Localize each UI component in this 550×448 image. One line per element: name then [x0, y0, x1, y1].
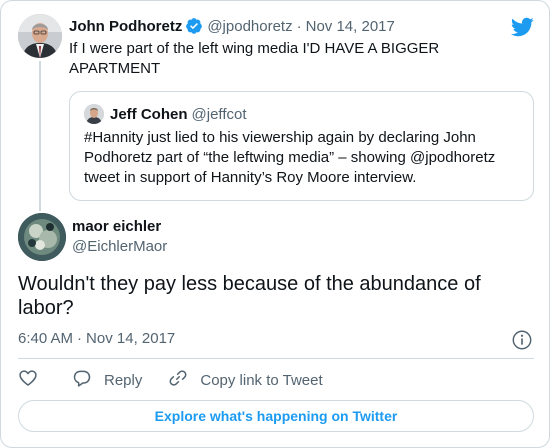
avatar-jeff-cohen — [84, 104, 104, 124]
reply-bubble-icon — [72, 368, 92, 392]
twitter-bird-icon[interactable] — [510, 15, 534, 39]
separator-dot: · — [296, 17, 302, 35]
verified-badge-icon — [185, 17, 203, 35]
parent-tweet-text: If I were part of the left wing media I'… — [69, 40, 440, 77]
action-divider — [18, 358, 534, 359]
heart-icon — [18, 368, 38, 392]
quoted-tweet-header: Jeff Cohen @jeffcot — [110, 104, 247, 124]
quoted-author-name: Jeff Cohen — [110, 105, 188, 123]
quoted-author-handle: @jeffcot — [191, 105, 247, 123]
reply-button[interactable]: Reply — [72, 368, 142, 392]
avatar-john-podhoretz[interactable] — [18, 14, 62, 58]
tweet-embed-card: John Podhoretz @jpodhoretz · Nov 14, 201… — [0, 0, 550, 448]
parent-author-name[interactable]: John Podhoretz — [69, 18, 182, 35]
tweet-time: 6:40 AM — [18, 330, 74, 347]
separator-dot: · — [77, 330, 83, 347]
copy-link-button[interactable]: Copy link to Tweet — [168, 368, 323, 392]
like-button[interactable] — [18, 368, 38, 392]
parent-tweet-date[interactable]: Nov 14, 2017 — [306, 18, 395, 35]
avatar-maor-eichler[interactable] — [18, 213, 66, 261]
info-icon[interactable] — [511, 329, 533, 351]
tweet-date: Nov 14, 2017 — [86, 330, 176, 347]
link-icon — [168, 368, 188, 392]
reply-label: Reply — [104, 371, 143, 389]
parent-tweet-header: John Podhoretz @jpodhoretz · Nov 14, 201… — [69, 16, 395, 36]
parent-author-handle[interactable]: @jpodhoretz — [207, 18, 292, 35]
tweet-author-handle[interactable]: @EichlerMaor — [72, 238, 167, 255]
tweet-text: Wouldn't they pay less because of the ab… — [18, 273, 481, 319]
quoted-tweet-text: #Hannity just lied to his viewership aga… — [84, 129, 496, 186]
copy-link-label: Copy link to Tweet — [200, 371, 323, 389]
tweet-timestamp[interactable]: 6:40 AM · Nov 14, 2017 — [18, 330, 175, 347]
tweet-author-name[interactable]: maor eichler — [72, 218, 161, 235]
thread-connector-line — [39, 61, 41, 211]
explore-twitter-button[interactable]: Explore what's happening on Twitter — [18, 400, 534, 432]
quoted-tweet[interactable]: Jeff Cohen @jeffcot #Hannity just lied t… — [69, 91, 534, 201]
tweet-actions: Reply Copy link to Tweet — [18, 367, 323, 393]
